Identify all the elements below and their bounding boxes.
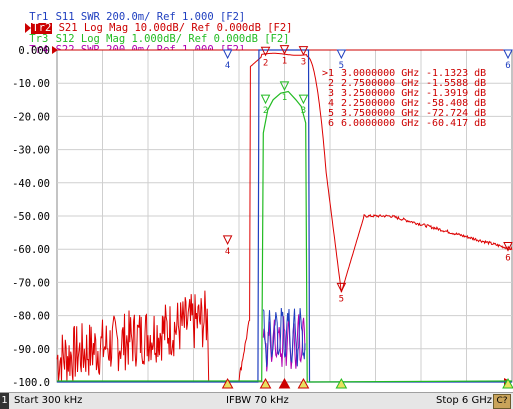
- y-axis-label: -50.00: [12, 211, 50, 223]
- marker-table: >1 3.0000000 GHz -1.1323 dB2 2.7500000 GHz -…: [322, 68, 486, 129]
- y-axis-label: -100.0: [12, 377, 50, 389]
- marker-index-label: 6: [505, 61, 510, 71]
- if-bandwidth[interactable]: IFBW 70 kHz: [226, 395, 289, 406]
- y-axis-label: 0.000: [18, 45, 50, 57]
- channel-indicator[interactable]: 1: [0, 393, 9, 409]
- y-axis-label: -90.00: [12, 344, 50, 356]
- trace-plot-area[interactable]: 0.000 -10.00 -20.00 -30.00 -40.00 -50.00 -60.0…: [0, 44, 513, 390]
- status-bar: 1 Start 300 kHz IFBW 70 kHz Stop 6 GHz C…: [0, 392, 513, 409]
- marker-index-label: 2: [263, 58, 268, 68]
- stop-frequency[interactable]: Stop 6 GHz: [436, 395, 492, 406]
- y-axis-label: -30.00: [12, 145, 50, 157]
- marker-index-label: 6: [505, 254, 510, 264]
- marker-table-frequency: 6.0000000 GHz: [341, 118, 419, 129]
- marker-index-label: 3: [301, 58, 306, 68]
- marker-table-value: -60.417 dB: [426, 118, 486, 129]
- y-axis-label: -60.00: [12, 244, 50, 256]
- y-axis-label: -40.00: [12, 178, 50, 190]
- y-axis-label: -10.00: [12, 78, 50, 90]
- marker-index-label: 2: [263, 106, 268, 116]
- marker-index-label: 1: [282, 93, 287, 103]
- marker-index-label: 1: [282, 57, 287, 67]
- trace-header: Tr1 S11 SWR 200.0m/ Ref 1.000 [F2] Tr2 S…: [0, 0, 513, 56]
- start-frequency[interactable]: Start 300 kHz: [14, 395, 82, 406]
- marker-index-label: 3: [301, 106, 306, 116]
- y-axis-label: -20.00: [12, 111, 50, 123]
- y-axis-label: -80.00: [12, 311, 50, 323]
- marker-index-label: 5: [339, 294, 344, 304]
- calibration-status-button[interactable]: C?: [493, 394, 511, 409]
- y-axis-labels: 0.000 -10.00 -20.00 -30.00 -40.00 -50.00 -60.0…: [12, 45, 50, 389]
- marker-table-id: 6: [328, 118, 334, 129]
- marker-index-label: 4: [225, 61, 230, 71]
- y-axis-label: -70.00: [12, 277, 50, 289]
- marker-index-label: 4: [225, 247, 230, 257]
